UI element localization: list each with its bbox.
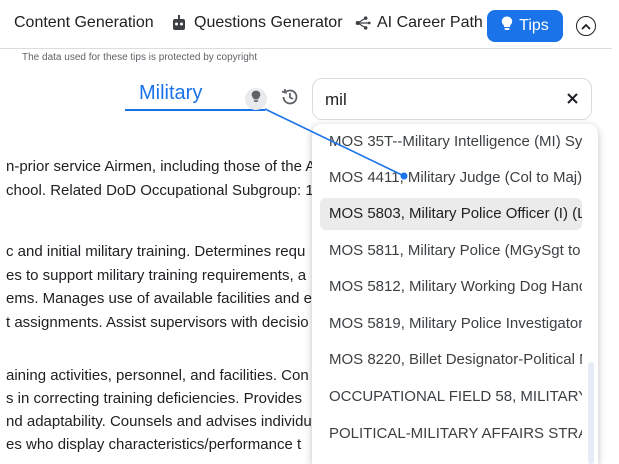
body-line: n-prior service Airmen, including those … [6,158,316,175]
suggest-tip-button[interactable] [245,88,267,110]
suggestion-item[interactable]: MOS 5811, Military Police (MGySgt to [320,235,582,267]
suggestions-dropdown: MOS 35T--Military Intelligence (MI) Sys … [312,124,598,464]
body-line: t assignments. Assist supervisors with d… [6,314,309,331]
robot-icon [172,15,188,31]
lightbulb-icon [501,16,513,36]
body-line: aining activities, personnel, and facili… [6,367,309,384]
tips-button-label: Tips [519,17,549,34]
collapse-button[interactable] [576,16,596,36]
lightbulb-icon [251,90,261,108]
suggestion-item[interactable]: MOS 4411, Military Judge (Col to Maj) [320,162,582,194]
body-line: ems. Manages use of available facilities… [6,290,313,307]
body-line: es who display characteristics/performan… [6,436,302,453]
nav-content-generation[interactable]: Content Generation [14,14,154,32]
history-icon [280,87,300,112]
history-button[interactable] [279,88,301,110]
close-icon [566,91,578,109]
body-line: s in correcting training deficiencies. P… [6,390,302,407]
nav-content-generation-label: Content Generation [14,14,154,31]
body-line: c and initial military training. Determi… [6,243,306,260]
suggestion-item[interactable]: MOS 5819, Military Police Investigator [320,308,582,340]
search-box [312,78,592,120]
suggestion-item[interactable]: OCCUPATIONAL FIELD 58, MILITARY P [320,381,582,413]
suggestion-item[interactable]: MOS 35T--Military Intelligence (MI) Sys [320,126,582,158]
keyword-underline [125,109,265,111]
body-line: chool. Related DoD Occupational Subgroup… [6,182,314,199]
nav-divider [0,48,612,49]
suggestion-item[interactable]: MOS 5812, Military Working Dog Hand [320,271,582,303]
copyright-disclaimer: The data used for these tips is protecte… [22,52,258,63]
nav-ai-career-path-label: AI Career Path [377,14,483,31]
suggestion-item-highlighted[interactable]: MOS 5803, Military Police Officer (I) (L [320,198,582,230]
body-line: es to support military training requirem… [6,267,307,284]
nav-questions-generator[interactable]: Questions Generator [172,14,343,32]
body-line: nd adaptability. Counsels and advises in… [6,413,312,430]
suggestion-item[interactable]: POLITICAL-MILITARY AFFAIRS STRAT [320,418,582,450]
nav-questions-generator-label: Questions Generator [194,14,343,31]
search-input[interactable] [325,89,545,111]
network-icon [355,15,371,31]
nav-ai-career-path[interactable]: AI Career Path [355,14,483,32]
suggestion-item[interactable]: MOS 8220, Billet Designator-Political M [320,344,582,376]
clear-search-button[interactable] [563,91,581,109]
top-nav: Content Generation Questions Generator A… [0,0,619,48]
tips-button[interactable]: Tips [487,10,563,42]
chevron-up-icon [581,17,591,35]
dropdown-scrollbar[interactable] [588,362,594,464]
keyword-label[interactable]: Military [139,82,202,105]
